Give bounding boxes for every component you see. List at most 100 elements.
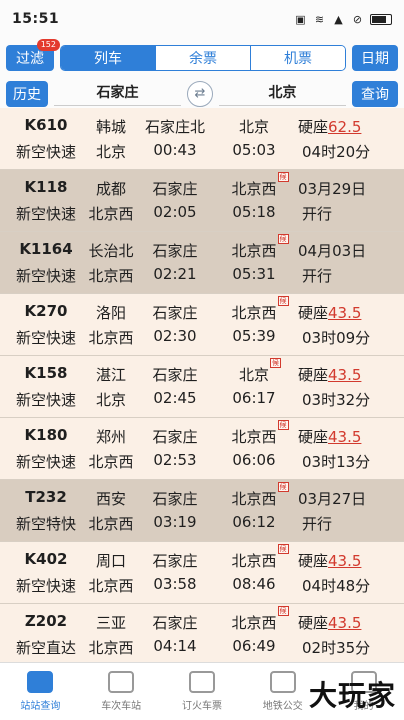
swap-icon[interactable]: ⇄ [187, 80, 213, 107]
train-row[interactable]: K158 湛江 石家庄 北京候硬座43.5 新空快速 北京 02:45 06:17 03时32分 [0, 356, 404, 418]
nav-item-0[interactable]: 站站查询 [0, 663, 81, 720]
origin-station: 湛江 [95, 365, 126, 384]
train-type: 新空特快 [15, 514, 76, 533]
train-row[interactable]: K610 韩城 石家庄北 北京 硬座62.5 新空快速 北京 00:43 05:03 04时20分 [0, 108, 404, 170]
destination-station: 北京西 [88, 638, 134, 657]
status-time: 15:51 [12, 11, 60, 27]
from-station: 石家庄 [152, 303, 198, 322]
to-station-label: 北京西候 [231, 233, 289, 260]
departure-time: 02:45 [153, 388, 197, 407]
train-code: T232 [25, 487, 67, 506]
departure-time: 03:58 [153, 574, 197, 593]
train-code: K610 [24, 115, 68, 134]
destination-station: 北京 [95, 142, 126, 161]
nav-item-label: 地铁公交 [262, 701, 303, 712]
from-station: 石家庄 [152, 365, 198, 384]
from-station: 石家庄 [152, 241, 198, 260]
destination-station: 北京西 [88, 452, 134, 471]
nav-item-2[interactable]: 订火车票 [162, 663, 243, 720]
to-station: 北京西候 [216, 481, 292, 509]
travel-duration: 02时35分 [302, 638, 371, 657]
signal-icon: ▲ [334, 12, 343, 26]
train-row[interactable]: K402 周口 石家庄 北京西候硬座43.5 新空快速 北京西 03:58 08:46 04时4… [0, 542, 404, 604]
train-icon [27, 671, 54, 693]
train-row[interactable]: Z202 三亚 石家庄 北京西候硬座43.5 新空直达 北京西 04:14 06:49 02时3… [0, 604, 404, 662]
to-station-label: 北京西候 [231, 543, 289, 570]
departure-time: 02:21 [153, 264, 197, 283]
train-row[interactable]: K118 成都 石家庄 北京西候 03月29日 新空快速 北京西 02:05 05:18 开行 [0, 170, 404, 232]
train-type: 新空快速 [15, 142, 76, 161]
departure-time: 00:43 [153, 140, 197, 159]
origin-station: 洛阳 [95, 303, 126, 322]
departure-time: 02:30 [153, 326, 197, 345]
origin-station: 周口 [95, 551, 126, 570]
waitlist-tag: 候 [277, 481, 289, 492]
train-row[interactable]: K180 郑州 石家庄 北京西候硬座43.5 新空快速 北京西 02:53 06:06 03时1… [0, 418, 404, 480]
departure-time: 03:19 [153, 512, 197, 531]
ticket-icon [188, 671, 215, 693]
train-code: K118 [24, 177, 68, 196]
train-type: 新空快速 [15, 390, 76, 409]
from-station-field[interactable]: 石家庄 [54, 82, 181, 106]
train-type: 新空直达 [15, 638, 76, 657]
waitlist-tag: 候 [277, 543, 289, 554]
price-link[interactable]: 43.5 [328, 428, 361, 446]
seat-type: 硬座 [298, 303, 329, 322]
arrival-time: 05:18 [232, 202, 276, 221]
price-link[interactable]: 43.5 [328, 304, 361, 322]
arrival-time: 05:31 [232, 264, 276, 283]
nav-item-1[interactable]: 车次车站 [81, 663, 162, 720]
seat-price: 硬座43.5 [292, 364, 402, 385]
to-station-label: 北京西候 [231, 605, 289, 632]
query-button[interactable]: 查询 [352, 80, 398, 107]
to-station-label: 北京西候 [231, 295, 289, 322]
train-list: K610 韩城 石家庄北 北京 硬座62.5 新空快速 北京 00:43 05:03 04时20分… [0, 108, 404, 662]
price-link[interactable]: 43.5 [328, 614, 361, 632]
from-station: 石家庄 [152, 613, 198, 632]
waitlist-tag: 候 [270, 357, 281, 368]
train-row[interactable]: T232 西安 石家庄 北京西候 03月27日 新空特快 北京西 03:19 06:12 开行 [0, 480, 404, 542]
from-station: 石家庄 [152, 551, 198, 570]
train-code: K270 [24, 301, 68, 320]
train-code: Z202 [24, 611, 68, 630]
to-station: 北京西候 [216, 233, 292, 261]
travel-duration: 03时09分 [302, 328, 371, 347]
to-station-label: 北京西候 [231, 481, 289, 508]
train-type: 新空快速 [15, 328, 76, 347]
seat-price: 硬座43.5 [292, 550, 402, 571]
filter-button[interactable]: 过滤 152 [6, 38, 60, 71]
origin-station: 成都 [95, 179, 126, 198]
to-station-label: 北京西候 [231, 419, 289, 446]
date-button[interactable]: 日期 [352, 44, 398, 71]
price-link[interactable]: 43.5 [328, 552, 361, 570]
briefcase-icon [108, 671, 135, 693]
train-row[interactable]: K1164 长治北 石家庄 北京西候 04月03日 新空快速 北京西 02:21 05:31 开行 [0, 232, 404, 294]
tab-train[interactable]: 列车 [61, 45, 156, 70]
from-station: 石家庄 [152, 427, 198, 446]
origin-station: 西安 [95, 489, 126, 508]
train-row[interactable]: K270 洛阳 石家庄 北京西候硬座43.5 新空快速 北京西 02:30 05:39 03时0… [0, 294, 404, 356]
to-station-field[interactable]: 北京 [219, 82, 346, 106]
seat-price: 硬座43.5 [292, 302, 402, 323]
filter-button-label: 过滤 [16, 50, 44, 67]
origin-station: 三亚 [95, 613, 126, 632]
price-link[interactable]: 43.5 [328, 366, 361, 384]
to-station-label: 北京候 [238, 357, 281, 384]
to-station: 北京候 [216, 357, 292, 385]
price-link[interactable]: 62.5 [328, 118, 361, 136]
tab-flights[interactable]: 机票 [251, 45, 345, 70]
wifi-icon: ≋ [314, 12, 325, 26]
history-button[interactable]: 历史 [6, 80, 48, 107]
seat-type: 硬座 [298, 365, 329, 384]
origin-station: 郑州 [95, 427, 126, 446]
arrival-time: 06:06 [232, 450, 276, 469]
tab-remaining-tickets[interactable]: 余票 [156, 45, 251, 70]
to-station-label: 北京 [238, 117, 269, 136]
arrival-time: 05:39 [232, 326, 276, 345]
waitlist-tag: 候 [277, 605, 289, 616]
nav-item-label: 订火车票 [181, 701, 222, 712]
travel-duration: 03时32分 [302, 390, 371, 409]
filter-count-badge: 152 [36, 38, 60, 51]
destination-station: 北京西 [88, 514, 134, 533]
train-type: 新空快速 [15, 576, 76, 595]
